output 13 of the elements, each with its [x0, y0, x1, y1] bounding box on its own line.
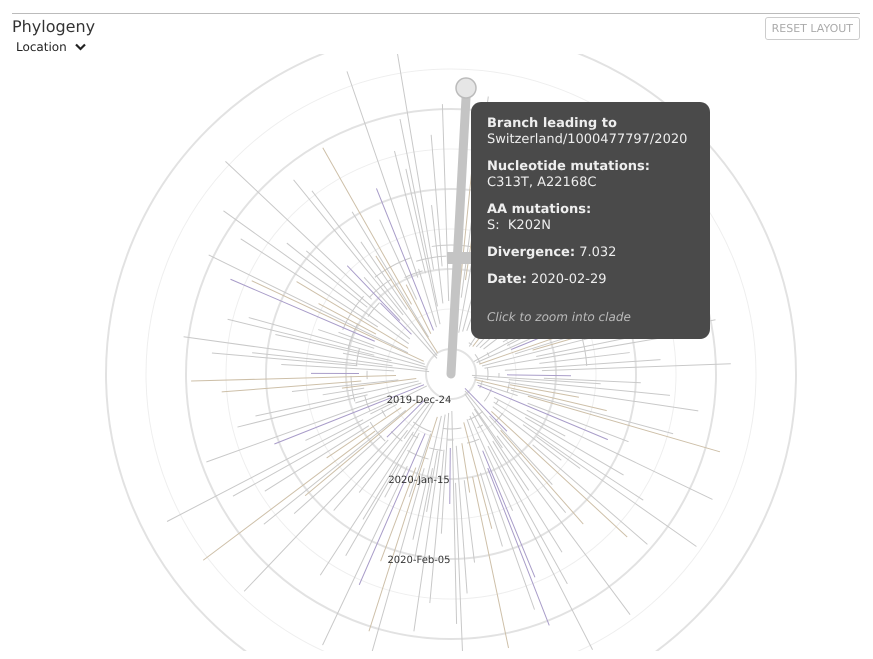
highlighted-branch[interactable] — [446, 77, 477, 378]
tooltip-field-text: Date: 2020-02-29 — [487, 272, 608, 288]
color-by-dropdown[interactable]: Location — [12, 40, 96, 54]
panel-title: Phylogeny — [12, 17, 96, 36]
tooltip-field-text: Divergence: 7.032 — [487, 245, 618, 261]
zoom-hint-text: Click to zoom into clade — [487, 309, 632, 325]
tooltip-field-text: Nucleotide mutations: C313T, A22168C — [487, 159, 651, 191]
tooltip-field-text: AA mutations: S: K202N — [487, 202, 592, 234]
date-axis-label: 2020-Jan-15 — [388, 475, 450, 486]
date-axis-label: 2020-Feb-05 — [387, 555, 451, 566]
chevron-down-icon — [74, 43, 86, 51]
branch-name-text: Branch leading to Switzerland/1000477797/2020 — [487, 116, 688, 148]
date-axis-label: 2019-Dec-24 — [386, 395, 452, 406]
